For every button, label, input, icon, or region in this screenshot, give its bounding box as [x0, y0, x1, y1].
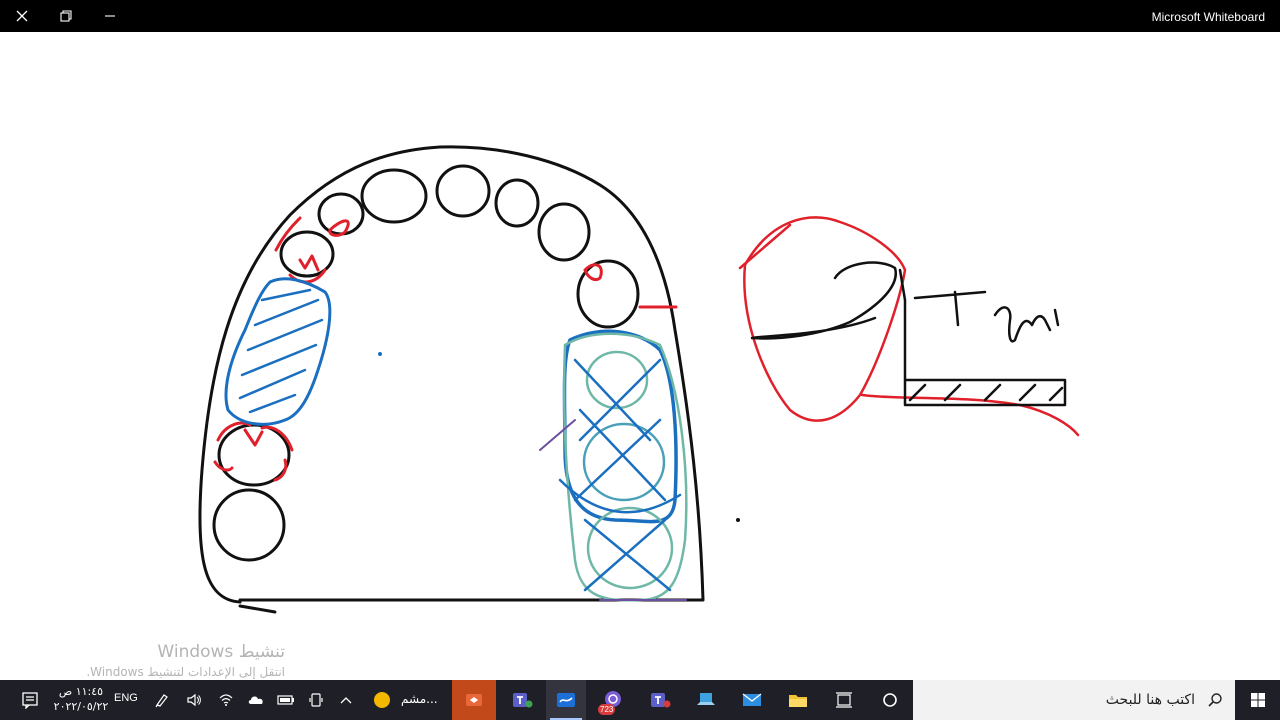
weather-button[interactable]	[370, 680, 394, 720]
tooth	[576, 259, 640, 329]
running-app-label[interactable]: مشم...	[401, 692, 438, 706]
taskbar-app-file-explorer[interactable]	[778, 680, 818, 720]
device-button[interactable]	[304, 680, 328, 720]
battery-button[interactable]	[274, 680, 298, 720]
clock-date: ٢٠٢٢/٠٥/٢٢	[53, 700, 109, 713]
tooth	[212, 488, 286, 562]
tooth	[537, 202, 591, 262]
tooth	[435, 164, 491, 218]
start-button[interactable]	[1235, 680, 1280, 720]
cortana-icon	[883, 693, 897, 707]
search-placeholder: اكتب هنا للبحث	[1105, 692, 1195, 708]
chevron-up-icon	[340, 697, 352, 704]
search-icon	[1208, 693, 1222, 707]
clock-time: ١١:٤٥ ص	[58, 685, 104, 698]
taskbar-app-recorder[interactable]	[452, 680, 496, 720]
taskbar: ١١:٤٥ ص ٢٠٢٢/٠٥/٢٢ ENG مشم... 723 اكتب ه…	[0, 680, 1280, 720]
ink-drawing	[198, 145, 1080, 614]
teams-icon	[513, 693, 533, 708]
taskbar-app-mail[interactable]	[732, 680, 772, 720]
activation-watermark: تنشيط Windows انتقل إلى الإعدادات لتنشيط…	[86, 642, 285, 680]
pen-icon	[155, 694, 168, 708]
pen-button[interactable]	[150, 680, 174, 720]
whiteboard-icon	[557, 693, 575, 707]
windows-logo-icon	[1250, 693, 1265, 707]
cloud-icon	[248, 696, 263, 704]
notifications-button[interactable]	[10, 680, 50, 720]
network-button[interactable]	[214, 680, 238, 720]
tooth	[494, 178, 540, 228]
tooth	[360, 168, 428, 224]
taskbar-app-teams-1[interactable]	[502, 680, 542, 720]
language-indicator[interactable]: ENG	[114, 692, 138, 704]
volume-button[interactable]	[182, 680, 206, 720]
whiteboard-canvas[interactable]: تنشيط Windows انتقل إلى الإعدادات لتنشيط…	[0, 32, 1280, 680]
taskbar-app-laptop[interactable]	[686, 680, 726, 720]
volume-icon	[187, 693, 201, 707]
taskbar-app-chat[interactable]: 723	[592, 680, 632, 720]
task-view-icon	[836, 692, 852, 708]
notification-center-icon	[22, 692, 38, 709]
watermark-subtitle: انتقل إلى الإعدادات لتنشيط Windows.	[86, 665, 285, 679]
tooth	[317, 192, 365, 236]
mail-icon	[742, 693, 762, 706]
clasp-arm	[750, 261, 898, 340]
tooth-crown	[743, 216, 907, 422]
onedrive-button[interactable]	[244, 680, 268, 720]
recorder-app-icon	[466, 694, 482, 706]
task-view-button[interactable]	[824, 680, 864, 720]
show-hidden-icons-button[interactable]	[334, 680, 358, 720]
device-icon	[309, 693, 323, 707]
folder-icon	[789, 695, 807, 707]
tooth	[217, 423, 291, 487]
watermark-title: تنشيط Windows	[157, 642, 285, 662]
cortana-button[interactable]	[870, 680, 910, 720]
wifi-icon	[219, 694, 233, 706]
taskbar-app-whiteboard[interactable]	[546, 680, 586, 720]
system-clock[interactable]: ١١:٤٥ ص ٢٠٢٢/٠٥/٢٢	[52, 684, 110, 714]
search-box[interactable]: اكتب هنا للبحث	[913, 680, 1235, 720]
laptop-icon	[697, 693, 715, 705]
notification-badge: 723	[598, 704, 616, 715]
battery-icon	[277, 695, 294, 705]
sun-icon	[374, 692, 390, 708]
taskbar-app-teams-2[interactable]	[640, 680, 680, 720]
teams-icon	[651, 693, 671, 708]
